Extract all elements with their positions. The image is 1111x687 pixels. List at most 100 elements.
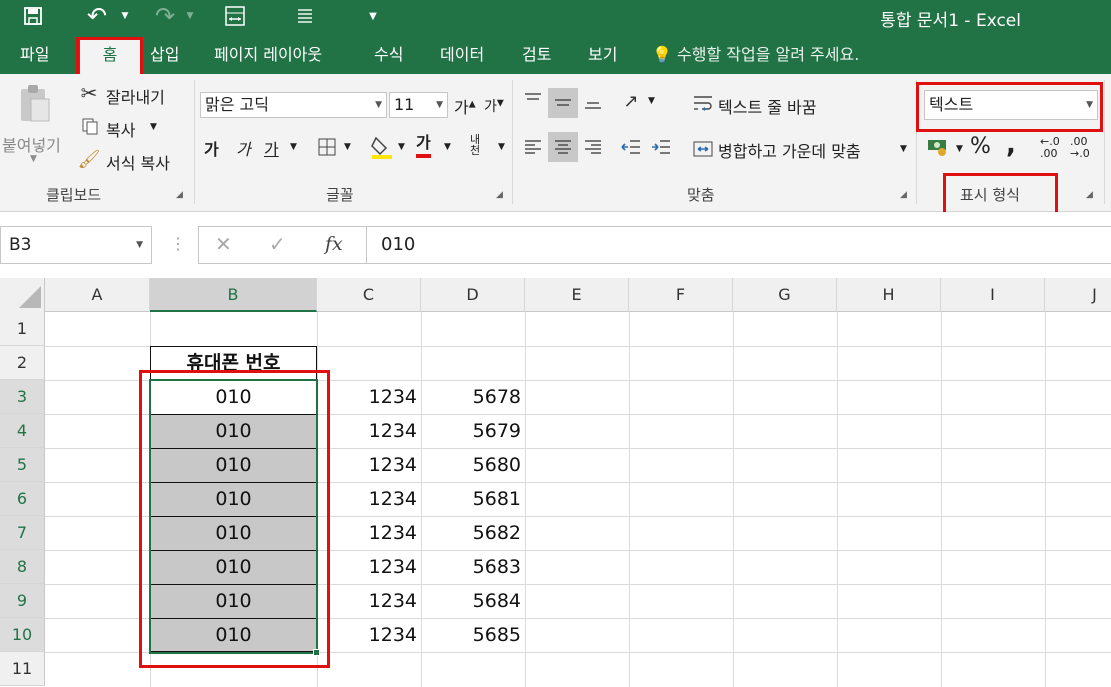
tell-me-search[interactable]: 💡 수행할 작업을 알려 주세요. — [652, 38, 859, 74]
insert-function-icon[interactable]: fx — [325, 233, 343, 255]
accounting-format-icon[interactable] — [924, 134, 952, 160]
merge-center-icon[interactable] — [690, 136, 716, 162]
comma-style-button[interactable]: , — [1006, 130, 1016, 160]
customize-toolbar-icon[interactable]: ▼ — [364, 0, 382, 32]
cancel-icon[interactable]: ✕ — [215, 232, 232, 256]
merge-dropdown-icon[interactable]: ▼ — [900, 144, 907, 154]
number-launcher-icon[interactable]: ◢ — [1086, 190, 1093, 200]
align-bottom-icon[interactable] — [580, 88, 606, 114]
fill-color-dropdown-icon[interactable]: ▼ — [398, 142, 405, 152]
column-header-g[interactable]: G — [733, 278, 837, 312]
row-header-1[interactable]: 1 — [0, 312, 45, 346]
column-header-b[interactable]: B — [150, 278, 317, 312]
cell-d9[interactable]: 5684 — [421, 584, 525, 618]
cell-d7[interactable]: 5682 — [421, 516, 525, 550]
row-header-10[interactable]: 10 — [0, 618, 45, 652]
alignment-launcher-icon[interactable]: ◢ — [900, 190, 907, 200]
font-color-button[interactable]: 가 — [416, 132, 431, 158]
cell-d3[interactable]: 5678 — [421, 380, 525, 414]
tab-data[interactable]: 데이터 — [440, 38, 484, 74]
font-launcher-icon[interactable]: ◢ — [496, 190, 503, 200]
font-size-combo[interactable]: 11 ▼ — [389, 92, 448, 118]
merge-center-button[interactable]: 병합하고 가운데 맞춤 — [718, 138, 861, 162]
enter-icon[interactable]: ✓ — [269, 232, 286, 256]
borders-icon[interactable] — [314, 134, 340, 160]
increase-decimal-button[interactable]: ←.0 .00 — [1040, 136, 1066, 160]
orientation-icon[interactable]: ↗ — [618, 88, 644, 114]
column-header-i[interactable]: I — [941, 278, 1045, 312]
row-header-5[interactable]: 5 — [0, 448, 45, 482]
column-header-f[interactable]: F — [629, 278, 733, 312]
align-lines-icon[interactable] — [290, 0, 320, 32]
redo-icon[interactable]: ↷ — [148, 0, 182, 32]
paste-icon[interactable] — [12, 80, 58, 130]
decrease-indent-icon[interactable] — [618, 134, 644, 160]
borders-dropdown-icon[interactable]: ▼ — [344, 142, 351, 152]
paste-dropdown-icon[interactable]: ▼ — [30, 154, 37, 164]
cell-c9[interactable]: 1234 — [317, 584, 421, 618]
cell-d5[interactable]: 5680 — [421, 448, 525, 482]
align-right-icon[interactable] — [580, 134, 606, 160]
align-left-icon[interactable] — [520, 134, 546, 160]
paste-button[interactable]: 붙여넣기 — [2, 132, 61, 156]
bold-button[interactable]: 가 — [204, 136, 219, 160]
font-name-combo[interactable]: 맑은 고딕 ▼ — [200, 92, 387, 118]
row-header-7[interactable]: 7 — [0, 516, 45, 550]
row-header-3[interactable]: 3 — [0, 380, 45, 414]
increase-indent-icon[interactable] — [648, 134, 674, 160]
column-header-e[interactable]: E — [525, 278, 629, 312]
cell-c10[interactable]: 1234 — [317, 618, 421, 652]
percent-style-button[interactable]: % — [970, 134, 991, 159]
scissors-icon[interactable]: ✂ — [78, 81, 100, 105]
align-center-icon[interactable] — [548, 132, 578, 162]
copy-dropdown-icon[interactable]: ▼ — [150, 122, 157, 132]
column-header-a[interactable]: A — [45, 278, 150, 312]
font-color-dropdown-icon[interactable]: ▼ — [444, 142, 451, 152]
undo-icon[interactable]: ↶ — [80, 0, 114, 32]
orientation-dropdown-icon[interactable]: ▼ — [648, 96, 655, 106]
align-middle-icon[interactable] — [548, 88, 578, 118]
row-header-4[interactable]: 4 — [0, 414, 45, 448]
row-header-11[interactable]: 11 — [0, 652, 45, 686]
wrap-text-icon[interactable] — [690, 90, 716, 116]
formula-input[interactable]: 010 — [366, 226, 1111, 264]
shrink-font-button[interactable]: 가▼ — [484, 96, 504, 116]
wrap-text-button[interactable]: 텍스트 줄 바꿈 — [718, 94, 817, 118]
cell-c6[interactable]: 1234 — [317, 482, 421, 516]
cell-c3[interactable]: 1234 — [317, 380, 421, 414]
fill-color-icon[interactable] — [368, 132, 396, 162]
column-header-j[interactable]: J — [1045, 278, 1111, 312]
save-icon[interactable] — [14, 0, 52, 32]
tab-formulas[interactable]: 수식 — [374, 38, 403, 74]
name-box[interactable]: B3 ▼ — [0, 226, 152, 264]
row-header-6[interactable]: 6 — [0, 482, 45, 516]
column-header-c[interactable]: C — [317, 278, 421, 312]
decrease-decimal-button[interactable]: .00 →.0 — [1070, 136, 1096, 160]
tab-page-layout[interactable]: 페이지 레이아웃 — [214, 38, 322, 74]
phonetic-dropdown-icon[interactable]: ▼ — [498, 142, 505, 152]
cell-c5[interactable]: 1234 — [317, 448, 421, 482]
cell-d10[interactable]: 5685 — [421, 618, 525, 652]
phonetic-button[interactable]: 내천 — [470, 134, 490, 156]
cell-c7[interactable]: 1234 — [317, 516, 421, 550]
cell-c4[interactable]: 1234 — [317, 414, 421, 448]
format-painter-button[interactable]: 서식 복사 — [106, 150, 170, 174]
copy-button[interactable]: 복사 — [106, 117, 135, 141]
tab-review[interactable]: 검토 — [522, 38, 551, 74]
underline-dropdown-icon[interactable]: ▼ — [290, 142, 297, 152]
row-header-9[interactable]: 9 — [0, 584, 45, 618]
grow-font-button[interactable]: 가▲ — [454, 94, 476, 118]
tab-view[interactable]: 보기 — [588, 38, 617, 74]
column-header-d[interactable]: D — [421, 278, 525, 312]
accounting-dropdown-icon[interactable]: ▼ — [956, 144, 963, 154]
column-header-h[interactable]: H — [837, 278, 941, 312]
cell-d6[interactable]: 5681 — [421, 482, 525, 516]
copy-icon[interactable] — [80, 116, 100, 136]
tab-file[interactable]: 파일 — [20, 38, 49, 74]
column-width-icon[interactable] — [220, 0, 250, 32]
underline-button[interactable]: 가 — [264, 136, 279, 160]
clipboard-launcher-icon[interactable]: ◢ — [176, 190, 183, 200]
cut-button[interactable]: 잘라내기 — [106, 84, 165, 108]
select-all-corner[interactable] — [0, 278, 45, 312]
undo-dropdown-icon[interactable]: ▼ — [116, 0, 134, 32]
